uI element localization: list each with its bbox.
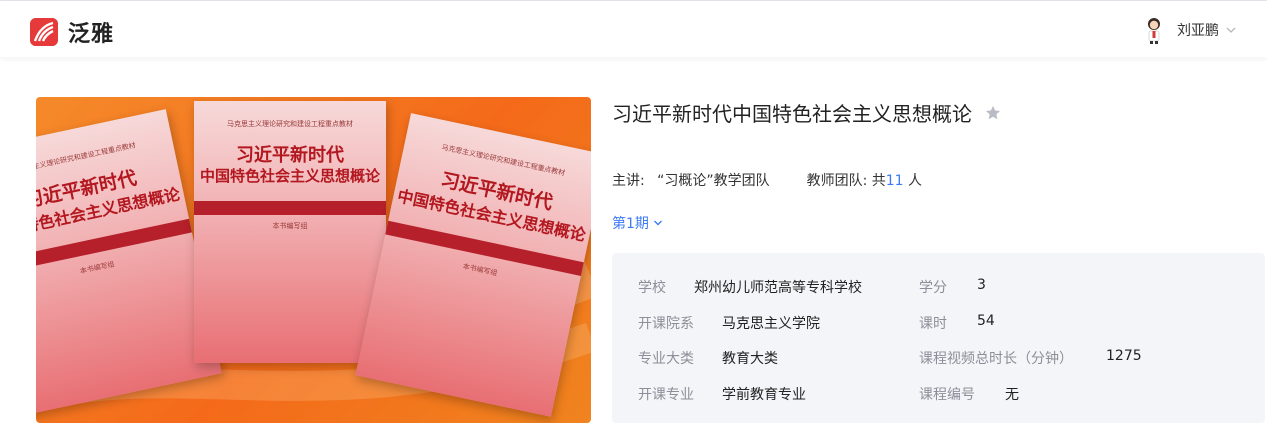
course-meta: 主讲: “习概论”教学团队 教师团队: 共11 人: [612, 170, 922, 190]
term-selector[interactable]: 第1期: [612, 213, 663, 233]
lecturer-name: “习概论”教学团队: [657, 173, 770, 189]
course-title: 习近平新时代中国特色社会主义思想概论: [612, 102, 972, 126]
book-editor: 本书编写组: [272, 222, 308, 230]
credit-value: 3: [977, 277, 986, 293]
lecturer-label: 主讲:: [612, 173, 645, 189]
chevron-down-icon[interactable]: [1225, 24, 1237, 36]
course-code-label: 课程编号: [919, 387, 975, 403]
category-value: 教育大类: [722, 351, 778, 367]
fanya-logo-icon[interactable]: [30, 18, 58, 46]
course-cover-image: 马克思主义理论研究和建设工程重点教材 习近平新时代 中国特色社会主义思想概论 本…: [36, 97, 591, 423]
hours-label: 课时: [919, 316, 947, 332]
team-unit: 人: [908, 173, 923, 189]
user-avatar-icon[interactable]: [1143, 15, 1165, 45]
school-value: 郑州幼儿师范高等专科学校: [694, 280, 862, 296]
category-label: 专业大类: [638, 351, 694, 367]
favorite-star-icon[interactable]: [984, 104, 1002, 122]
top-navbar: 泛雅 刘亚鹏: [0, 1, 1267, 57]
video-length-value: 1275: [1106, 348, 1142, 364]
credit-label: 学分: [919, 280, 947, 296]
team-label: 教师团队: 共: [806, 173, 886, 189]
team-count[interactable]: 11: [886, 173, 904, 189]
user-menu[interactable]: 刘亚鹏: [1143, 15, 1237, 45]
book-red-band: [194, 201, 386, 215]
dept-label: 开课院系: [638, 316, 694, 332]
chevron-down-icon[interactable]: [653, 218, 663, 228]
app-name[interactable]: 泛雅: [68, 16, 114, 48]
major-value: 学前教育专业: [722, 387, 806, 403]
course-code-value: 无: [1005, 387, 1019, 403]
book-series: 马克思主义理论研究和建设工程重点教材: [227, 120, 353, 128]
cover-book-center: 马克思主义理论研究和建设工程重点教材 习近平新时代 中国特色社会主义思想概论 本…: [194, 101, 386, 363]
hours-value: 54: [977, 313, 995, 329]
major-label: 开课专业: [638, 387, 694, 403]
book-title-line1: 习近平新时代: [236, 145, 344, 166]
course-info-panel: 学校 郑州幼儿师范高等专科学校 学分 3 开课院系 马克思主义学院 课时 54 …: [612, 253, 1265, 423]
book-title-line2: 中国特色社会主义思想概论: [199, 167, 380, 185]
term-label[interactable]: 第1期: [612, 213, 649, 233]
video-length-label: 课程视频总时长（分钟）: [919, 351, 1073, 367]
user-name[interactable]: 刘亚鹏: [1177, 20, 1219, 40]
dept-value: 马克思主义学院: [722, 316, 820, 332]
school-label: 学校: [638, 280, 666, 296]
course-title-row: 习近平新时代中国特色社会主义思想概论: [612, 98, 1002, 127]
